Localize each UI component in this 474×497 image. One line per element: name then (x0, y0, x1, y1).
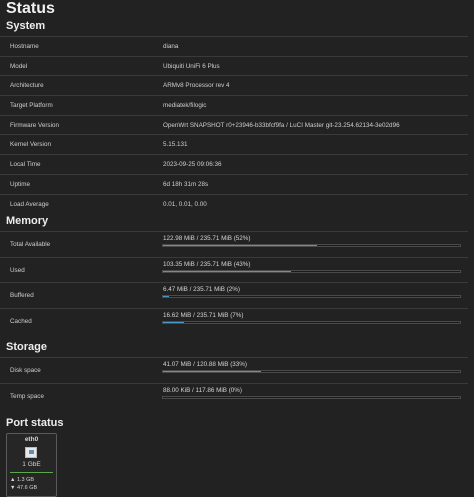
row-key: Hostname (10, 43, 39, 50)
progress-label: 103.35 MiB / 235.71 MiB (43%) (163, 260, 251, 268)
row-key: Load Average (10, 200, 49, 208)
page-title: Status (6, 0, 55, 17)
system-row-kernel-version: Kernel Version 5.15.131 (0, 134, 468, 154)
memory-row-buffered: Buffered 6.47 MiB / 235.71 MiB (2%) (0, 282, 468, 308)
memory-row-used: Used 103.35 MiB / 235.71 MiB (43%) (0, 256, 468, 283)
system-row-firmware-version: Firmware Version OpenWrt SNAPSHOT r0+239… (0, 114, 468, 135)
memory-heading: Memory (6, 215, 49, 227)
progress-track (162, 320, 461, 324)
system-row-model: Model Ubiquiti UniFi 6 Plus (0, 55, 468, 76)
progress-label: 122.98 MiB / 235.71 MiB (52%) (163, 235, 251, 242)
row-key: Cached (10, 317, 32, 325)
system-row-architecture: Architecture ARMv8 Processor rev 4 (0, 75, 468, 95)
progress-bar: 16.62 MiB / 235.71 MiB (7%) (162, 312, 461, 325)
row-value: 0.01, 0.01, 0.00 (163, 200, 207, 208)
row-key: Local Time (10, 161, 41, 169)
link-status-line (10, 472, 53, 473)
progress-bar: 122.98 MiB / 235.71 MiB (52%) (162, 235, 461, 248)
system-table: Hostname diana Model Ubiquiti UniFi 6 Pl… (0, 36, 468, 213)
status-page: Status System Hostname diana Model Ubiqu… (0, 0, 474, 497)
progress-fill (163, 245, 318, 246)
row-value: 5.15.131 (163, 141, 188, 149)
ethernet-port-icon (25, 447, 37, 458)
row-key: Model (10, 62, 28, 70)
system-row-local-time: Local Time 2023-09-25 09:06:36 (0, 154, 468, 174)
row-value: mediatek/filogic (163, 102, 207, 110)
row-key: Buffered (10, 292, 34, 299)
row-key: Used (10, 266, 25, 274)
storage-table: Disk space 41.07 MiB / 120.88 MiB (33%) … (0, 357, 468, 408)
row-value: OpenWrt SNAPSHOT r0+23946-b33bfcf9fa / L… (163, 121, 400, 129)
progress-fill (163, 296, 169, 297)
progress-track (162, 269, 461, 273)
row-value: Ubiquiti UniFi 6 Plus (163, 62, 220, 70)
progress-bar: 6.47 MiB / 235.71 MiB (2%) (162, 286, 461, 299)
storage-heading: Storage (6, 341, 47, 353)
system-heading: System (6, 20, 46, 32)
row-key: Total Available (10, 241, 51, 248)
port-status-heading: Port status (6, 417, 64, 429)
storage-row-temp-space: Temp space 88.00 KiB / 117.86 MiB (0%) (0, 382, 468, 409)
row-key: Architecture (10, 82, 44, 90)
system-row-hostname: Hostname diana (0, 36, 468, 56)
memory-row-total-available: Total Available 122.98 MiB / 235.71 MiB … (0, 231, 468, 257)
progress-track (162, 244, 461, 247)
port-tx: ▲ 1.3 GB (10, 477, 35, 483)
progress-track (162, 370, 461, 373)
port-speed: 1 GbE (22, 461, 41, 468)
row-value: diana (163, 43, 179, 50)
progress-label: 6.47 MiB / 235.71 MiB (2%) (163, 286, 240, 293)
row-key: Uptime (10, 180, 30, 188)
progress-bar: 103.35 MiB / 235.71 MiB (43%) (162, 261, 461, 274)
system-row-uptime: Uptime 6d 18h 31m 28s (0, 173, 468, 194)
row-value: ARMv8 Processor rev 4 (163, 82, 230, 90)
row-key: Kernel Version (10, 141, 51, 149)
port-card-eth0: eth0 1 GbE ▲ 1.3 GB ▼ 47.6 GB (6, 433, 57, 497)
progress-fill (163, 371, 261, 372)
row-value: 6d 18h 31m 28s (163, 180, 209, 188)
progress-track (162, 295, 461, 298)
row-key: Firmware Version (10, 121, 59, 129)
row-key: Disk space (10, 367, 41, 374)
progress-bar: 88.00 KiB / 117.86 MiB (0%) (162, 387, 461, 400)
progress-label: 88.00 KiB / 117.86 MiB (0%) (163, 386, 242, 394)
port-rx: ▼ 47.6 GB (10, 485, 38, 491)
progress-track (162, 395, 461, 399)
row-value: 2023-09-25 09:06:36 (163, 161, 222, 169)
row-key: Temp space (10, 392, 44, 400)
port-name: eth0 (24, 436, 39, 443)
memory-table: Total Available 122.98 MiB / 235.71 MiB … (0, 231, 468, 333)
progress-label: 16.62 MiB / 235.71 MiB (7%) (163, 311, 244, 319)
system-row-target-platform: Target Platform mediatek/filogic (0, 95, 468, 115)
memory-row-cached: Cached 16.62 MiB / 235.71 MiB (7%) (0, 307, 468, 334)
progress-fill (163, 321, 184, 323)
system-row-load-average: Load Average 0.01, 0.01, 0.00 (0, 193, 468, 214)
progress-bar: 41.07 MiB / 120.88 MiB (33%) (162, 361, 461, 374)
row-key: Target Platform (10, 102, 53, 110)
progress-fill (163, 270, 291, 272)
progress-label: 41.07 MiB / 120.88 MiB (33%) (163, 361, 247, 368)
storage-row-disk-space: Disk space 41.07 MiB / 120.88 MiB (33%) (0, 357, 468, 383)
